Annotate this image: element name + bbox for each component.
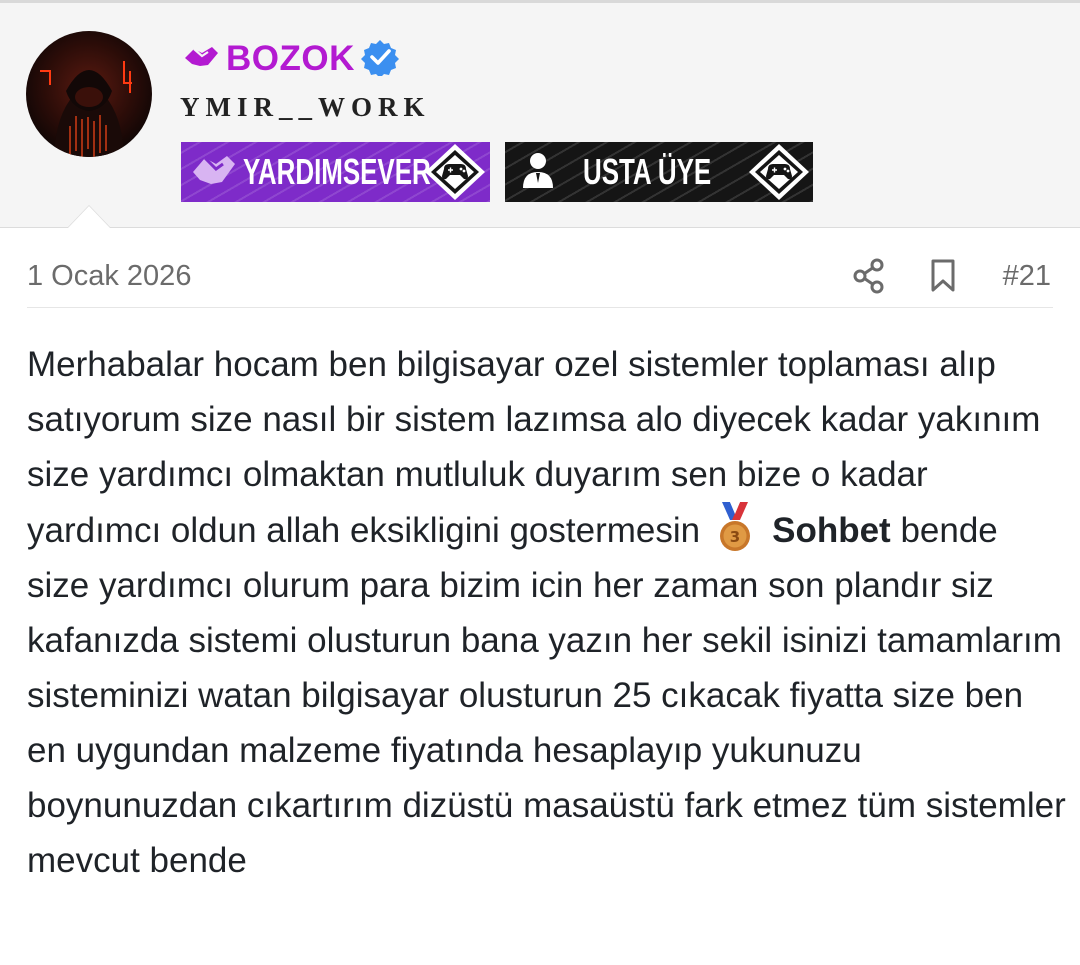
gamepad-diamond-icon [747, 142, 811, 202]
post-meta-row: 1 Ocak 2026 #21 [27, 255, 1053, 308]
post-body: Merhabalar hocam ben bilgisayar ozel sis… [27, 337, 1067, 888]
badge-label: USTA ÜYE [583, 151, 712, 192]
svg-text:3: 3 [730, 528, 740, 546]
handshake-icon [191, 152, 237, 193]
gamepad-diamond-icon [423, 142, 487, 202]
post-date[interactable]: 1 Ocak 2026 [27, 260, 191, 293]
third-place-medal-icon: 3 [716, 502, 754, 554]
badge-label: YARDIMSEVER [243, 151, 431, 192]
bookmark-icon[interactable] [930, 259, 956, 298]
post-text-after: bende size yardımcı olurum para bizim ic… [27, 511, 1066, 880]
avatar[interactable] [26, 31, 152, 157]
user-group-name[interactable]: BOZOK [226, 39, 355, 79]
share-icon[interactable] [852, 257, 886, 300]
verified-icon [360, 38, 399, 81]
user-group-row: BOZOK [182, 39, 399, 79]
post-number-link[interactable]: #21 [1003, 260, 1051, 293]
username[interactable]: YMIR__WORK [180, 92, 431, 123]
post-highlight-word: Sohbet [772, 511, 891, 550]
badge-usta-uye: USTA ÜYE [505, 142, 813, 202]
header-pointer [67, 205, 111, 228]
user-info-header: BOZOK YMIR__WORK YARDIMSEVER USTA ÜYE [0, 0, 1080, 228]
badge-yardimsever: YARDIMSEVER [181, 142, 490, 202]
handshake-icon [182, 44, 220, 75]
person-icon [519, 150, 557, 195]
